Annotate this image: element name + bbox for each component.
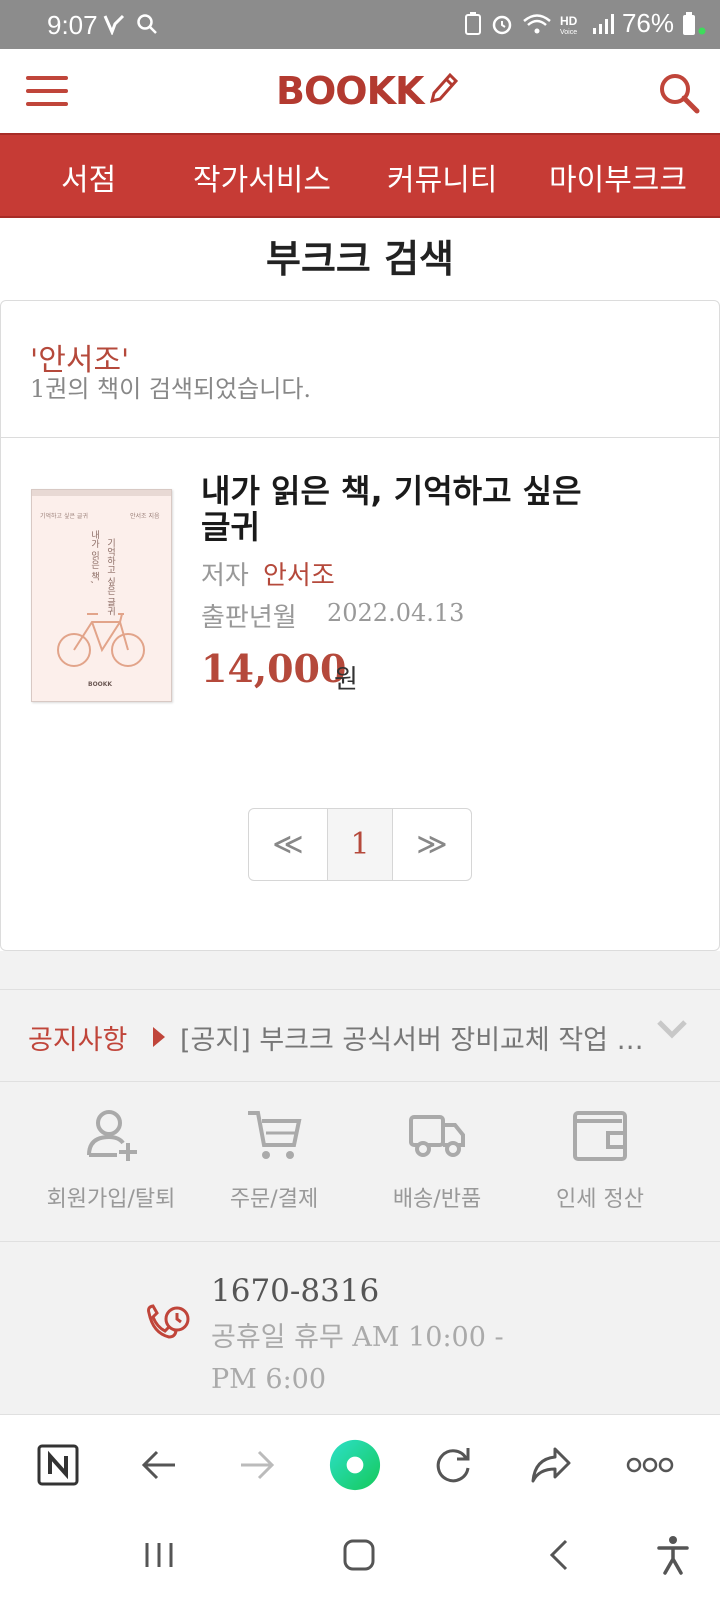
service-delivery[interactable]: 배송/반품	[352, 1105, 522, 1213]
page-title: 부크크 검색	[265, 237, 455, 281]
pencil-logo-icon	[429, 72, 458, 104]
header: BOOKK	[0, 49, 720, 133]
user-add-icon	[87, 1110, 137, 1161]
alarm-icon	[492, 15, 512, 34]
hamburger-menu-icon[interactable]	[26, 76, 68, 106]
main-nav: 서점 작가서비스 커뮤니티 마이부크크	[0, 133, 720, 218]
chevron-down-icon[interactable]	[656, 1018, 688, 1040]
search-icon[interactable]	[657, 71, 701, 115]
search-icon	[137, 14, 157, 34]
wifi-icon	[523, 13, 551, 33]
contact-phone[interactable]: 1670-8316	[211, 1273, 379, 1309]
service-label: 회원가입/탈퇴	[46, 1187, 176, 1212]
battery-icon	[683, 11, 695, 35]
battery-percent: 76%	[621, 8, 674, 38]
forward-icon[interactable]	[231, 1439, 283, 1491]
cover-title-1: 내가 읽은 책,	[89, 530, 99, 584]
vpn-icon	[103, 14, 125, 35]
logo[interactable]: BOOKK	[276, 69, 424, 113]
service-shortcuts: 회원가입/탈퇴 주문/결제 배송/반품 인세 정산	[0, 1083, 720, 1242]
nav-item-my-bookk[interactable]: 마이부크크	[549, 155, 687, 199]
back-icon[interactable]	[534, 1535, 584, 1575]
battery-saver-icon	[464, 11, 481, 35]
wallet-icon	[573, 1111, 627, 1161]
naver-icon[interactable]	[32, 1439, 84, 1491]
nav-item-author-services[interactable]: 작가서비스	[193, 155, 331, 199]
recents-icon[interactable]	[134, 1535, 184, 1575]
service-label: 주문/결제	[229, 1187, 319, 1212]
pubdate-label: 출판년월	[201, 603, 297, 633]
cover-subtitle: 기억하고 싶은 글귀	[40, 512, 88, 520]
book-price: 14,000	[201, 646, 347, 691]
service-label: 인세 정산	[556, 1187, 644, 1212]
share-icon[interactable]	[525, 1439, 577, 1491]
svg-text:HD: HD	[560, 14, 578, 28]
caret-right-icon	[153, 1027, 165, 1047]
svg-text:Voice: Voice	[560, 29, 577, 36]
cover-title-2: 기억하고 싶은 글귀	[105, 538, 115, 617]
phone-clock-icon	[147, 1304, 190, 1339]
accessibility-icon[interactable]	[648, 1535, 698, 1575]
browser-toolbar	[0, 1414, 720, 1515]
system-nav-bar	[0, 1515, 720, 1600]
author-label: 저자	[201, 561, 249, 591]
service-order[interactable]: 주문/결제	[189, 1105, 359, 1213]
book-author[interactable]: 안서조	[263, 555, 335, 592]
more-icon[interactable]	[624, 1439, 676, 1491]
status-left-icons	[103, 13, 158, 35]
notice-text[interactable]: [공지] 부크크 공식서버 장비교체 작업 안내	[180, 1018, 655, 1057]
search-results-panel: '안서조' 1권의 책이 검색되었습니다. 기억하고 싶은 글귀 안서조 지음 …	[0, 300, 720, 951]
service-label: 배송/반품	[392, 1187, 482, 1212]
back-icon[interactable]	[133, 1439, 185, 1491]
book-title[interactable]: 내가 읽은 책, 기억하고 싶은 글귀	[201, 473, 621, 545]
book-pubdate: 2022.04.13	[327, 599, 465, 627]
notice-bar[interactable]: 공지사항 [공지] 부크크 공식서버 장비교체 작업 안내	[0, 989, 720, 1082]
home-orb-icon[interactable]	[329, 1439, 381, 1491]
signal-icon	[592, 13, 614, 34]
footer-area: 공지사항 [공지] 부크크 공식서버 장비교체 작업 안내 회원가입/탈퇴 주문…	[0, 951, 720, 1414]
truck-icon	[409, 1115, 465, 1157]
cart-icon	[248, 1111, 302, 1159]
divider	[1, 437, 719, 438]
home-icon[interactable]	[334, 1535, 384, 1575]
book-cover-art: 기억하고 싶은 글귀 안서조 지음 내가 읽은 책, 기억하고 싶은 글귀 BO…	[32, 490, 171, 688]
hd-voice-icon: HDVoice	[560, 14, 578, 36]
page-number-button[interactable]: 1	[328, 809, 393, 880]
service-royalty[interactable]: 인세 정산	[515, 1105, 685, 1213]
cover-author: 안서조 지음	[130, 512, 160, 520]
refresh-icon[interactable]	[427, 1439, 479, 1491]
charging-dot-icon	[698, 27, 706, 34]
book-cover[interactable]: 기억하고 싶은 글귀 안서조 지음 내가 읽은 책, 기억하고 싶은 글귀 BO…	[31, 489, 172, 702]
bicycle-icon	[57, 613, 145, 667]
nav-item-community[interactable]: 커뮤니티	[387, 155, 497, 199]
status-bar: 9:07 HD Voice 76%	[0, 0, 720, 49]
notice-label: 공지사항	[28, 1025, 128, 1056]
pagination: ≪ 1 ≫	[248, 808, 472, 881]
price-currency: 원	[334, 665, 358, 695]
contact-hours: 공휴일 휴무 AM 10:00 - PM 6:00	[211, 1322, 504, 1395]
prev-page-button[interactable]: ≪	[249, 809, 328, 880]
nav-item-bookstore[interactable]: 서점	[61, 155, 116, 199]
next-page-button[interactable]: ≫	[393, 809, 471, 880]
status-right-icons: HD Voice 76%	[464, 8, 706, 39]
cover-publisher: BOOKK	[88, 681, 112, 688]
result-count: 1권의 책이 검색되었습니다.	[30, 375, 312, 403]
service-signup[interactable]: 회원가입/탈퇴	[26, 1105, 196, 1213]
status-time: 9:07	[47, 10, 98, 40]
